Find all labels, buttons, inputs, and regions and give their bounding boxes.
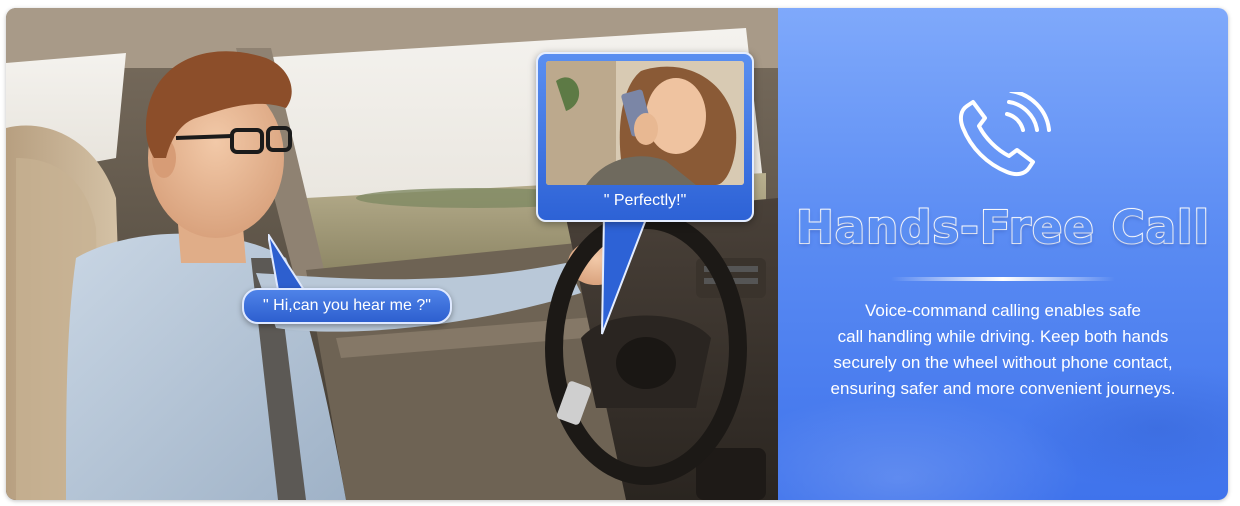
phone-call-icon [958, 92, 1051, 177]
caller-reply-text: " Perfectly!" [603, 192, 687, 209]
info-panel: Hands-Free Call Voice-command calling en… [778, 8, 1228, 500]
caller-video-card: " Perfectly!" [536, 52, 754, 222]
description-line: ensuring safer and more convenient journ… [830, 379, 1176, 398]
description-line: Voice-command calling enables safe [865, 301, 1141, 320]
hands-free-call-banner: " Perfectly!" " Hi,can you hear me ?" Ha… [6, 8, 1228, 500]
driver-speech-bubble: " Hi,can you hear me ?" [242, 288, 452, 324]
title-divider [891, 277, 1115, 281]
caller-bubble-tail [601, 214, 650, 335]
description-line: call handling while driving. Keep both h… [837, 327, 1169, 346]
driver-photo: " Perfectly!" " Hi,can you hear me ?" [6, 8, 778, 500]
driver-bubble-tail [268, 234, 306, 291]
description-line: securely on the wheel without phone cont… [833, 353, 1173, 372]
caller-photo [546, 61, 744, 185]
panel-title: Hands-Free Call [795, 200, 1210, 255]
panel-description: Voice-command calling enables safe call … [798, 298, 1208, 402]
